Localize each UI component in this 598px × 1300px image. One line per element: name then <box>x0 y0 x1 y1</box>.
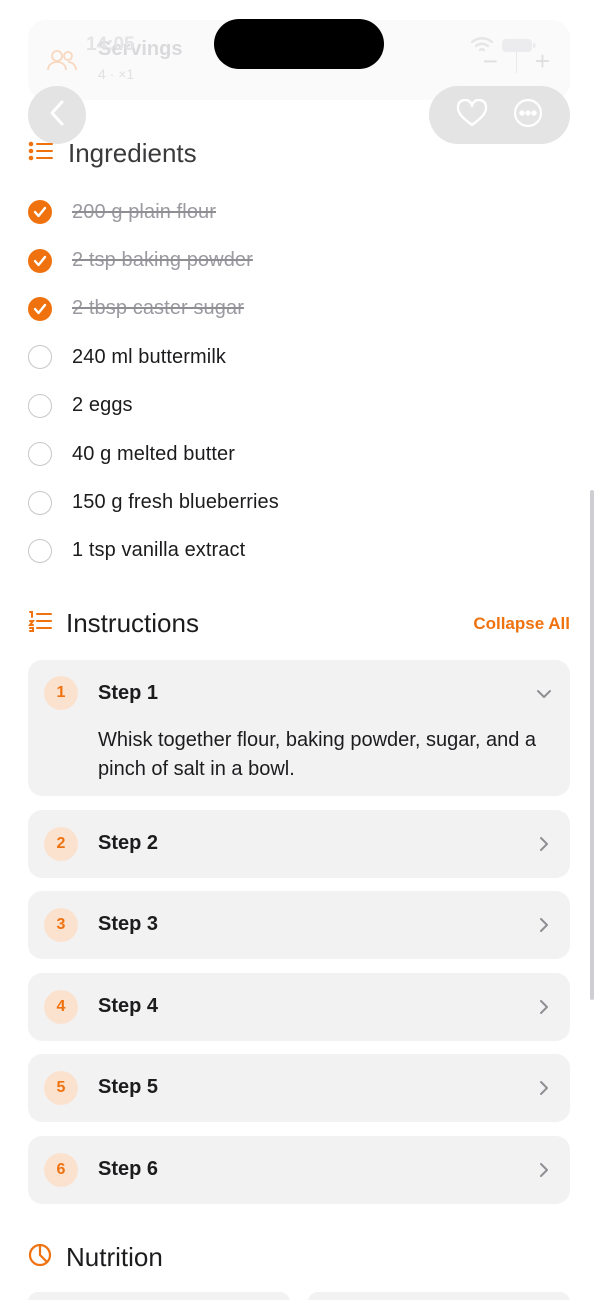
step-card[interactable]: 3 Step 3 <box>28 891 570 959</box>
instructions-header: Instructions <box>28 608 199 639</box>
checkbox-unchecked[interactable] <box>28 393 52 418</box>
step-number-badge: 1 <box>44 676 78 710</box>
dynamic-island <box>214 19 384 69</box>
step-title: Step 1 <box>98 682 159 704</box>
checkbox-unchecked[interactable] <box>28 490 52 515</box>
step-card[interactable]: 6 Step 6 <box>28 1136 570 1204</box>
chevron-right-icon[interactable] <box>536 836 552 852</box>
step-description: Whisk together flour, baking powder, sug… <box>98 729 537 780</box>
ingredient-text: 240 ml buttermilk <box>72 345 226 368</box>
step-title: Step 2 <box>98 832 159 854</box>
ingredient-item[interactable]: 2 eggs <box>28 382 570 430</box>
step-title: Step 4 <box>98 995 159 1017</box>
step-card-expanded[interactable]: 1 Step 1 Whisk together flour, baking po… <box>28 660 570 796</box>
servings-subtitle: 4 · ×1 <box>98 66 135 82</box>
ingredient-text: 2 tsp baking powder <box>72 249 253 272</box>
checkbox-checked[interactable] <box>28 200 52 225</box>
step-number-badge: 6 <box>44 1153 78 1187</box>
ingredient-item[interactable]: 240 ml buttermilk <box>28 333 570 381</box>
step-number-badge: 3 <box>44 908 78 942</box>
nutrition-title: Nutrition <box>66 1242 163 1272</box>
nutrition-card <box>28 1292 290 1300</box>
ingredient-text: 2 tbsp caster sugar <box>72 297 244 320</box>
checkbox-unchecked[interactable] <box>28 538 52 563</box>
ingredient-item[interactable]: 1 tsp vanilla extract <box>28 527 570 575</box>
chevron-right-icon[interactable] <box>536 1162 552 1178</box>
step-title: Step 3 <box>98 913 159 935</box>
heart-icon[interactable] <box>456 98 488 132</box>
step-title: Step 6 <box>98 1158 159 1180</box>
ingredient-item[interactable]: 200 g plain flour <box>28 188 570 236</box>
chevron-left-icon <box>48 99 66 132</box>
instructions-title: Instructions <box>66 608 199 638</box>
ingredient-text: 150 g fresh blueberries <box>72 491 279 514</box>
chevron-right-icon[interactable] <box>536 1080 552 1096</box>
checkbox-checked[interactable] <box>28 248 52 273</box>
checkbox-checked[interactable] <box>28 296 52 321</box>
ingredient-text: 40 g melted butter <box>72 442 236 465</box>
battery-icon <box>502 37 536 58</box>
pie-chart-icon <box>28 1243 52 1272</box>
ingredient-text: 2 eggs <box>72 394 133 417</box>
collapse-all-button[interactable]: Collapse All <box>473 614 570 634</box>
ingredient-item[interactable]: 2 tsp baking powder <box>28 236 570 284</box>
step-title: Step 5 <box>98 1076 159 1098</box>
nutrition-header: Nutrition <box>28 1242 163 1273</box>
people-icon <box>46 48 78 72</box>
ingredient-text: 1 tsp vanilla extract <box>72 539 246 562</box>
checkbox-unchecked[interactable] <box>28 442 52 467</box>
chevron-down-icon[interactable] <box>536 686 552 702</box>
servings-increment-button[interactable]: + <box>535 46 550 77</box>
ingredient-item[interactable]: 2 tbsp caster sugar <box>28 285 570 333</box>
ingredient-list: 200 g plain flour 2 tsp baking powder 2 … <box>28 188 570 575</box>
status-time: 14:05 <box>86 34 135 55</box>
back-button[interactable] <box>28 86 86 144</box>
nav-action-group <box>429 86 570 144</box>
ingredient-text: 200 g plain flour <box>72 200 217 223</box>
ingredients-header: Ingredients <box>28 138 197 169</box>
step-number-badge: 2 <box>44 827 78 861</box>
step-card[interactable]: 5 Step 5 <box>28 1054 570 1122</box>
step-number-badge: 4 <box>44 990 78 1024</box>
list-icon <box>28 140 54 167</box>
chevron-right-icon[interactable] <box>536 917 552 933</box>
chevron-right-icon[interactable] <box>536 999 552 1015</box>
numbered-list-icon <box>28 610 52 637</box>
ingredient-item[interactable]: 150 g fresh blueberries <box>28 478 570 526</box>
wifi-icon <box>470 36 494 59</box>
status-icons <box>470 36 536 59</box>
nutrition-card <box>308 1292 570 1300</box>
step-card[interactable]: 4 Step 4 <box>28 973 570 1041</box>
checkbox-unchecked[interactable] <box>28 345 52 370</box>
step-card[interactable]: 2 Step 2 <box>28 810 570 878</box>
scroll-indicator[interactable] <box>590 490 594 1000</box>
ellipsis-icon[interactable] <box>513 98 543 133</box>
step-number-badge: 5 <box>44 1071 78 1105</box>
ingredient-item[interactable]: 40 g melted butter <box>28 430 570 478</box>
ingredients-title: Ingredients <box>68 138 197 168</box>
